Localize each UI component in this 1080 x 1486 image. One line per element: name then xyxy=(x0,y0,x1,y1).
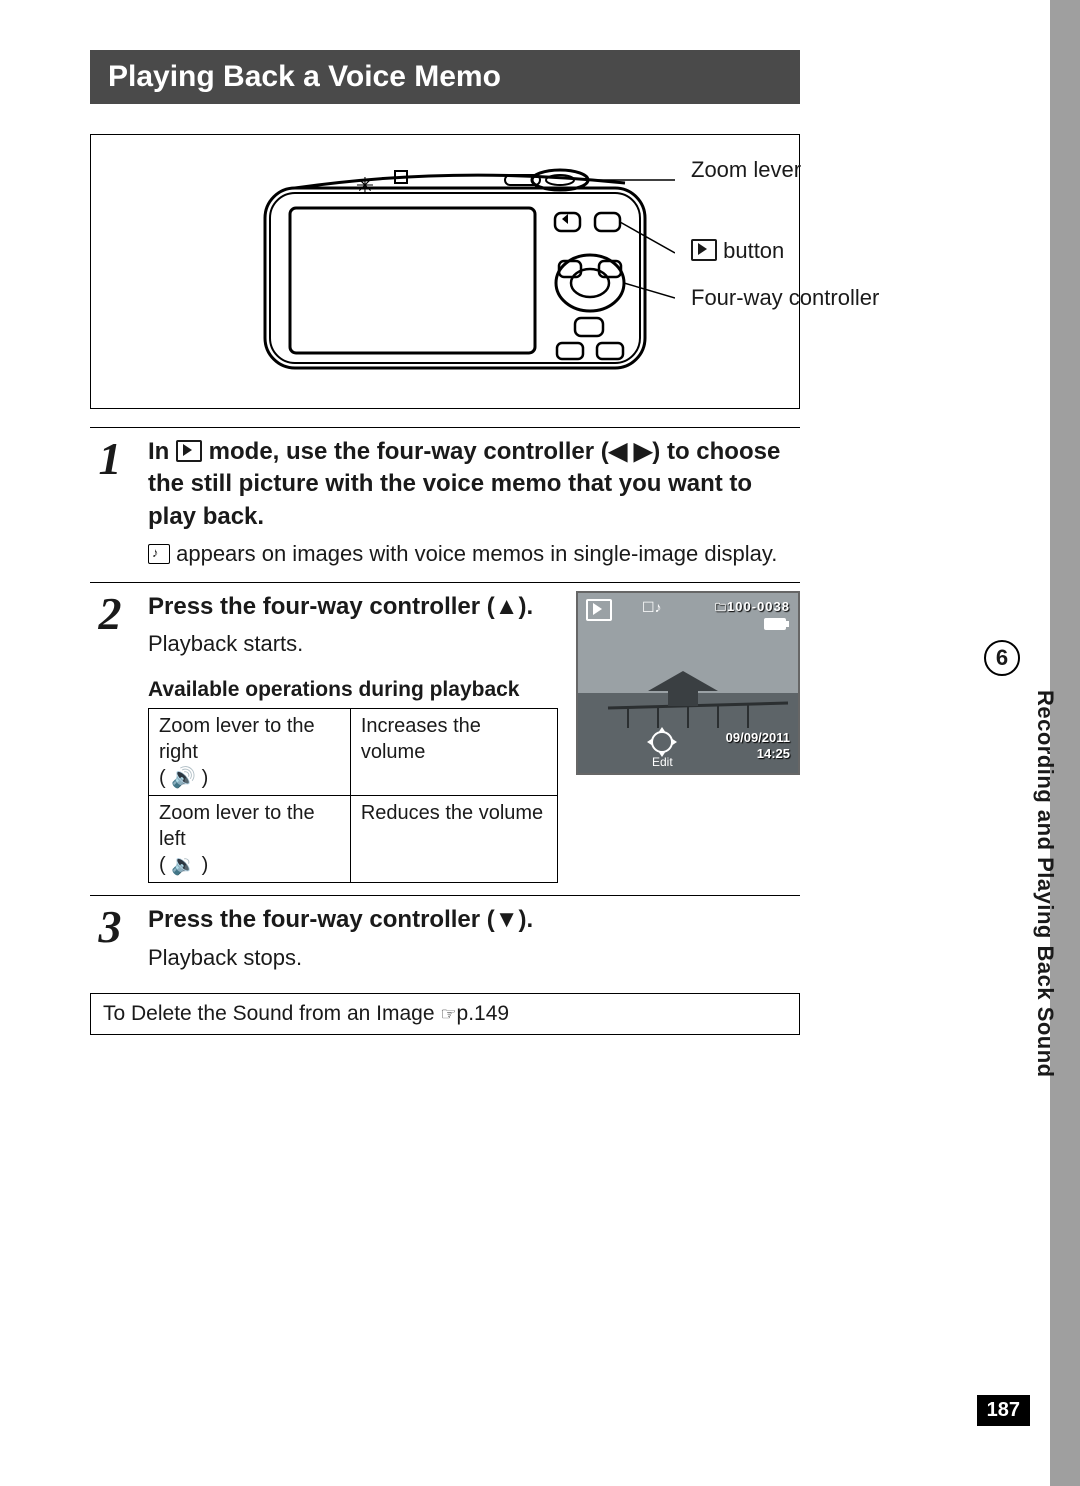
step-2-heading: Press the four-way controller (▲). xyxy=(148,591,558,623)
step-1-sub: appears on images with voice memos in si… xyxy=(148,539,800,570)
step-3-number: 3 xyxy=(90,904,130,973)
zoom-lever-label: Zoom lever xyxy=(691,157,801,183)
chapter-number-badge: 6 xyxy=(984,640,1020,676)
table-row: Zoom lever to the left ( 🔉 ) Reduces the… xyxy=(149,796,558,883)
operations-table: Zoom lever to the right ( 🔊 ) Increases … xyxy=(148,708,558,883)
xref-text: To Delete the Sound from an Image xyxy=(103,1002,440,1025)
battery-icon xyxy=(764,617,790,634)
thumb-date: 09/09/2011 xyxy=(726,730,790,745)
op-symbol: ( 🔊 ) xyxy=(159,767,208,789)
voice-memo-icon xyxy=(148,544,170,564)
cross-reference: To Delete the Sound from an Image ☞p.149 xyxy=(90,993,800,1035)
camera-outline-icon: ✳ xyxy=(255,153,675,388)
step-1-head-post: mode, use the four-way controller (◀ ▶) … xyxy=(148,438,780,530)
step-3-sub: Playback stops. xyxy=(148,943,800,974)
op-effect: Increases the volume xyxy=(350,709,557,796)
op-text: Zoom lever to the left xyxy=(159,802,315,850)
play-button-label: button xyxy=(691,238,784,264)
step-1-heading: In mode, use the four-way controller (◀ … xyxy=(148,436,800,533)
step-3: 3 Press the four-way controller (▼). Pla… xyxy=(90,895,800,973)
page-number: 187 xyxy=(977,1395,1030,1426)
four-way-label: Four-way controller xyxy=(691,285,879,311)
camera-diagram: ✳ Zoom lever button Four-way controller xyxy=(90,134,800,409)
play-icon xyxy=(691,239,717,261)
pointer-icon: ☞ xyxy=(440,1004,456,1025)
section-heading: Playing Back a Voice Memo xyxy=(90,50,800,104)
thumb-edit-label: Edit xyxy=(652,755,673,769)
thumb-time: 14:25 xyxy=(757,746,790,761)
step-2: 2 Press the four-way controller (▲). Pla… xyxy=(90,582,800,883)
xref-page: p.149 xyxy=(457,1002,510,1025)
play-icon xyxy=(586,599,612,621)
play-button-label-text: button xyxy=(717,238,784,263)
step-2-sub: Playback starts. xyxy=(148,629,558,660)
play-icon xyxy=(176,440,202,462)
playback-thumbnail: ☐♪ 🗀100-0038 xyxy=(576,591,800,775)
svg-text:✳: ✳ xyxy=(356,173,374,198)
op-text: Zoom lever to the right xyxy=(159,715,315,763)
step-1-sub-text: appears on images with voice memos in si… xyxy=(170,541,777,566)
table-row: Zoom lever to the right ( 🔊 ) Increases … xyxy=(149,709,558,796)
op-effect: Reduces the volume xyxy=(350,796,557,883)
step-2-subhead: Available operations during playback xyxy=(148,678,558,702)
op-cell: Zoom lever to the right ( 🔊 ) xyxy=(149,709,351,796)
op-cell: Zoom lever to the left ( 🔉 ) xyxy=(149,796,351,883)
step-1: 1 In mode, use the four-way controller (… xyxy=(90,427,800,570)
step-2-number: 2 xyxy=(90,591,130,883)
step-1-head-pre: In xyxy=(148,438,176,465)
step-1-number: 1 xyxy=(90,436,130,570)
voice-memo-icon: ☐♪ xyxy=(642,599,662,616)
step-3-heading: Press the four-way controller (▼). xyxy=(148,904,800,936)
side-tab: 6 Recording and Playing Back Sound xyxy=(1010,0,1080,1486)
chapter-title: Recording and Playing Back Sound xyxy=(1032,690,1058,1078)
op-symbol: ( 🔉 ) xyxy=(159,854,208,876)
thumb-file-number: 100-0038 xyxy=(727,599,790,614)
